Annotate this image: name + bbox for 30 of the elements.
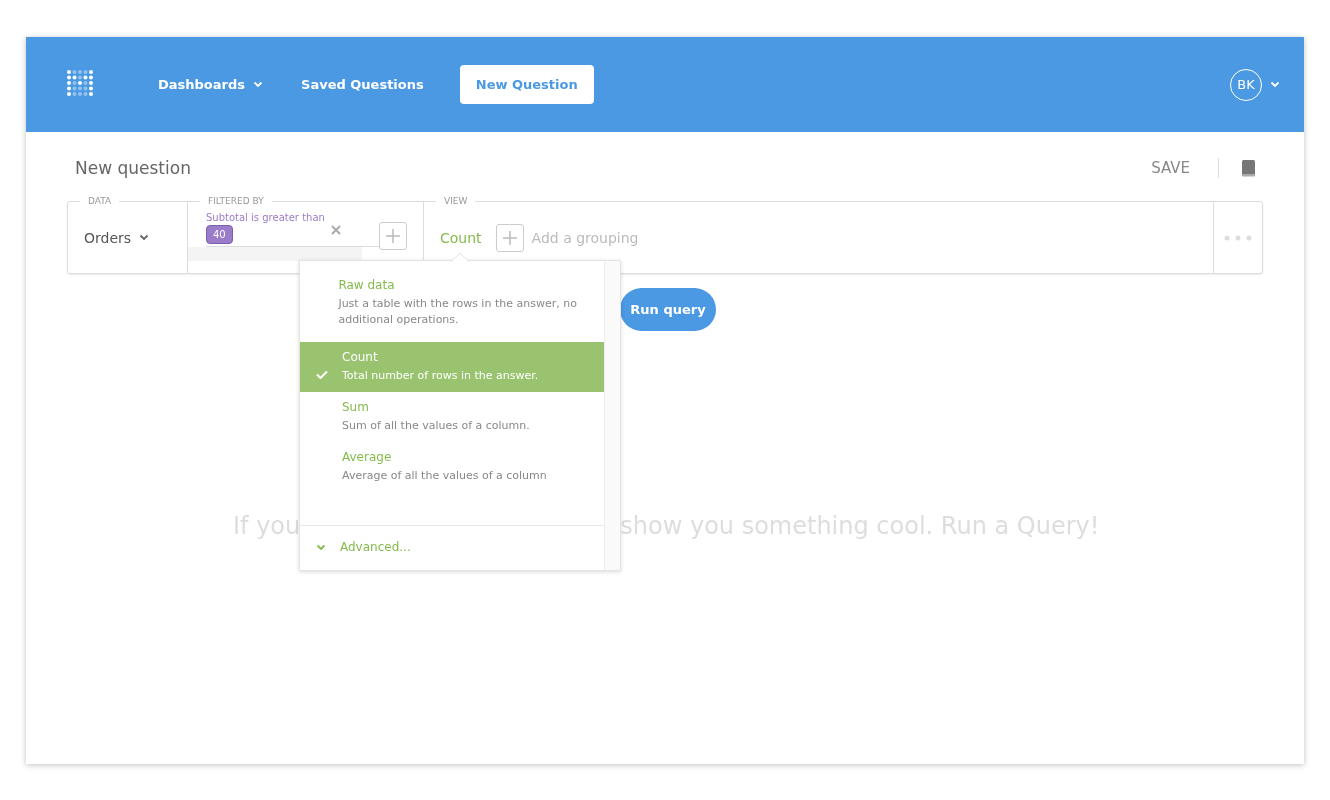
chevron-down-icon [1270, 81, 1280, 88]
grouping-placeholder[interactable]: Add a grouping [531, 229, 639, 246]
nav-link[interactable]: New Question [459, 65, 594, 104]
aggregation-select[interactable]: Count [440, 229, 482, 246]
more-icon[interactable] [1224, 234, 1252, 241]
plus-icon [502, 230, 517, 245]
menu-option[interactable]: Average Average of all the values of a column [300, 442, 604, 492]
chevron-down-icon [139, 234, 150, 241]
chevron-down-icon [316, 543, 326, 551]
table-select[interactable]: Orders [84, 229, 150, 246]
section-label: VIEW [436, 195, 476, 207]
plus-icon [386, 229, 400, 243]
menu-option[interactable]: Sum Sum of all the values of a column. [300, 392, 604, 442]
add-button[interactable] [495, 223, 524, 252]
section-label: FILTERED BY [200, 195, 272, 207]
filter-value[interactable]: 40 [206, 225, 233, 244]
check-icon [316, 370, 328, 379]
menu-option[interactable]: Raw data Just a table with the rows in the answer, no additional operations. [300, 270, 604, 342]
filter-label: Subtotal is greater than [206, 212, 326, 223]
chevron-down-icon [253, 81, 264, 88]
book-icon[interactable] [1241, 159, 1256, 177]
page-title: New question [75, 158, 192, 178]
menu-option[interactable]: Count Total number of rows in the answer. [300, 342, 604, 392]
save-button[interactable]: SAVE [1151, 159, 1190, 177]
nav-link[interactable]: Dashboards [142, 65, 280, 104]
add-button[interactable] [379, 222, 407, 250]
section-label: DATA [80, 195, 120, 207]
close-icon[interactable] [330, 224, 341, 235]
run-query-button[interactable]: Run query [620, 288, 716, 331]
nav-link[interactable]: Saved Questions [285, 65, 440, 104]
